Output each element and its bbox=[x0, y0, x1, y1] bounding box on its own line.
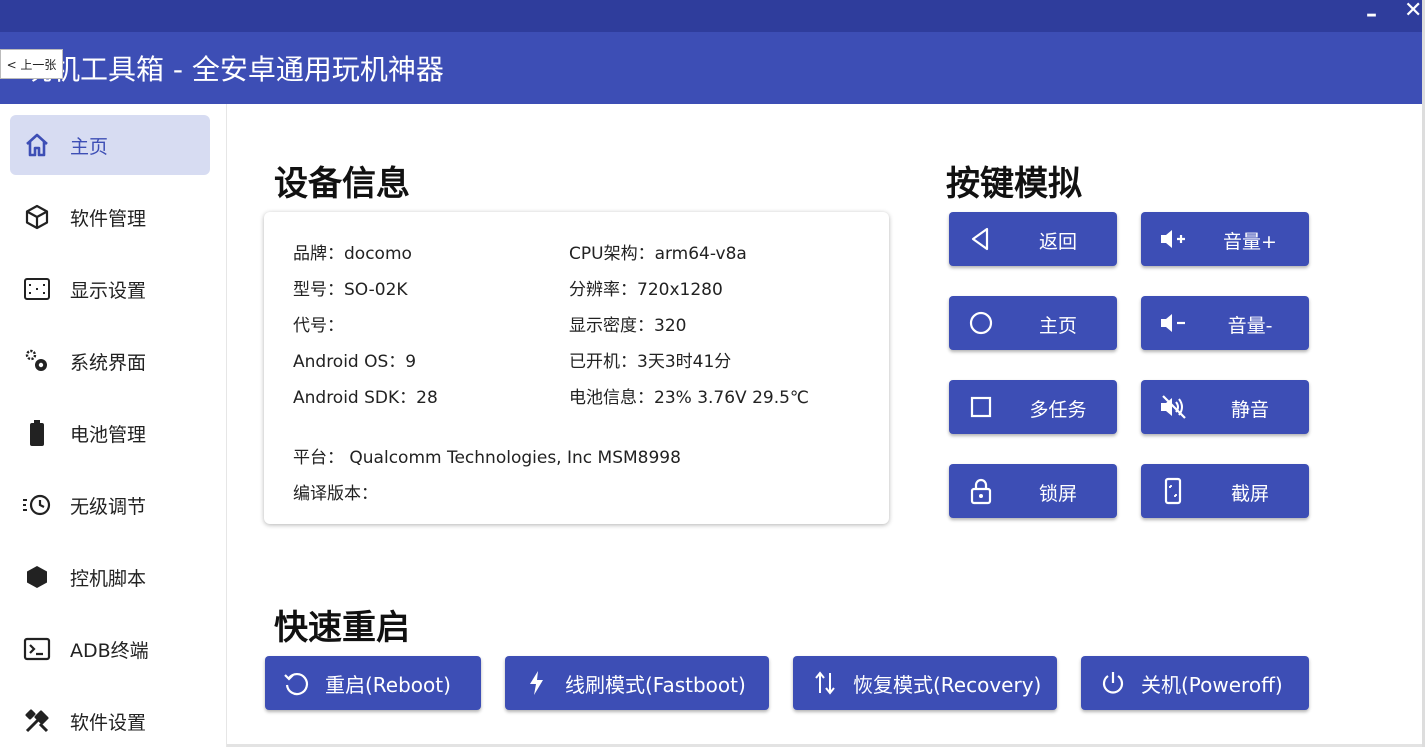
tools-icon bbox=[22, 706, 52, 736]
sidebar-item-label: 电池管理 bbox=[70, 423, 147, 446]
reboot-button[interactable]: 重启(Reboot) bbox=[265, 656, 481, 710]
back-triangle-icon bbox=[967, 225, 995, 253]
platform-text: 平台： Qualcomm Technologies, Inc MSM8998 bbox=[293, 448, 681, 468]
volume-up-button-label: 音量+ bbox=[1223, 231, 1277, 253]
sidebar-item-control-script[interactable]: 控机脚本 bbox=[10, 547, 210, 607]
fastboot-button[interactable]: 线刷模式(Fastboot) bbox=[505, 656, 769, 710]
screen-icon bbox=[22, 274, 52, 304]
recovery-button[interactable]: 恢复模式(Recovery) bbox=[793, 656, 1057, 710]
device-info-title: 设备信息 bbox=[274, 164, 410, 204]
battery-info-text: 电池信息：23% 3.76V 29.5℃ bbox=[569, 388, 810, 408]
reboot-button-label: 重启(Reboot) bbox=[325, 672, 451, 697]
battery-icon bbox=[22, 418, 52, 448]
build-text: 编译版本： bbox=[293, 484, 378, 504]
sidebar-item-system-ui[interactable]: 系统界面 bbox=[10, 331, 210, 391]
home-icon bbox=[22, 130, 52, 160]
sidebar-item-label: 显示设置 bbox=[70, 279, 147, 302]
refresh-icon bbox=[283, 669, 311, 697]
uptime-text: 已开机：3天3时41分 bbox=[569, 352, 732, 372]
sidebar-item-label: 软件设置 bbox=[70, 711, 147, 734]
lock-screen-button-label: 锁屏 bbox=[1038, 483, 1077, 505]
app-title: 玩机工具箱 - 全安卓通用玩机神器 bbox=[24, 53, 444, 86]
poweroff-button[interactable]: 关机(Poweroff) bbox=[1081, 656, 1309, 710]
gears-icon bbox=[22, 346, 52, 376]
codename-text: 代号： bbox=[293, 316, 344, 336]
sidebar-item-battery[interactable]: 电池管理 bbox=[10, 403, 210, 463]
terminal-icon bbox=[22, 634, 52, 664]
volume-down-button[interactable]: 音量- bbox=[1141, 296, 1309, 350]
sidebar-item-label: 无级调节 bbox=[70, 495, 147, 518]
brand-text: 品牌：docomo bbox=[293, 244, 412, 264]
sidebar-item-home[interactable]: 主页 bbox=[10, 115, 210, 175]
sidebar-item-software[interactable]: 软件管理 bbox=[10, 187, 210, 247]
recovery-button-label: 恢复模式(Recovery) bbox=[853, 672, 1042, 697]
fastboot-button-label: 线刷模式(Fastboot) bbox=[565, 672, 746, 697]
lock-icon bbox=[967, 477, 995, 505]
sidebar-item-label: 系统界面 bbox=[70, 351, 147, 374]
volume-up-icon bbox=[1159, 225, 1187, 253]
title-bar-strip bbox=[0, 0, 1422, 32]
square-icon bbox=[967, 393, 995, 421]
close-button[interactable]: ✕ bbox=[1404, 0, 1422, 23]
multitask-button-label: 多任务 bbox=[1029, 399, 1087, 421]
screenshot-button[interactable]: 截屏 bbox=[1141, 464, 1309, 518]
clock-icon bbox=[22, 490, 52, 520]
back-button-label: 返回 bbox=[1038, 231, 1077, 253]
android-os-text: Android OS：9 bbox=[293, 352, 417, 372]
sidebar-item-label: 软件管理 bbox=[70, 207, 147, 230]
mute-icon bbox=[1159, 393, 1187, 421]
up-down-arrows-icon bbox=[811, 669, 839, 697]
model-text: 型号：SO-02K bbox=[293, 280, 408, 300]
sidebar-item-settings[interactable]: 软件设置 bbox=[10, 691, 210, 751]
quick-reboot-title: 快速重启 bbox=[274, 608, 410, 648]
sidebar-item-display[interactable]: 显示设置 bbox=[10, 259, 210, 319]
device-info-card: 品牌：docomo 型号：SO-02K 代号： Android OS：9 And… bbox=[264, 212, 889, 524]
sidebar: 主页 软件管理 显示设置 系统界面 电池管理 无级调节 控机脚本 ADB终端 软… bbox=[0, 104, 227, 747]
resolution-text: 分辨率：720x1280 bbox=[569, 280, 723, 300]
title-bar: 玩机工具箱 - 全安卓通用玩机神器 – ✕ bbox=[0, 0, 1422, 104]
sidebar-item-label: 控机脚本 bbox=[70, 567, 147, 590]
hexagon-icon bbox=[22, 562, 52, 592]
mute-button[interactable]: 静音 bbox=[1141, 380, 1309, 434]
minimize-button[interactable]: – bbox=[1366, 2, 1377, 27]
sidebar-item-label: 主页 bbox=[70, 135, 109, 158]
sidebar-item-stepless[interactable]: 无级调节 bbox=[10, 475, 210, 535]
home-circle-icon bbox=[967, 309, 995, 337]
power-icon bbox=[1099, 669, 1127, 697]
screenshot-icon bbox=[1159, 477, 1187, 505]
lock-screen-button[interactable]: 锁屏 bbox=[949, 464, 1117, 518]
density-text: 显示密度：320 bbox=[569, 316, 687, 336]
prev-image-button[interactable]: < 上一张 bbox=[0, 49, 63, 79]
volume-up-button[interactable]: 音量+ bbox=[1141, 212, 1309, 266]
cpu-arch-text: CPU架构：arm64-v8a bbox=[569, 244, 747, 264]
back-button[interactable]: 返回 bbox=[949, 212, 1117, 266]
sidebar-item-label: ADB终端 bbox=[70, 639, 149, 662]
lightning-icon bbox=[523, 669, 551, 697]
multitask-button[interactable]: 多任务 bbox=[949, 380, 1117, 434]
android-sdk-text: Android SDK：28 bbox=[293, 388, 438, 408]
sidebar-item-adb-terminal[interactable]: ADB终端 bbox=[10, 619, 210, 679]
poweroff-button-label: 关机(Poweroff) bbox=[1141, 672, 1283, 697]
volume-down-button-label: 音量- bbox=[1227, 315, 1273, 337]
mute-button-label: 静音 bbox=[1230, 399, 1269, 421]
home-key-button-label: 主页 bbox=[1038, 315, 1077, 337]
volume-down-icon bbox=[1159, 309, 1187, 337]
home-key-button[interactable]: 主页 bbox=[949, 296, 1117, 350]
package-icon bbox=[22, 202, 52, 232]
key-sim-title: 按键模拟 bbox=[946, 164, 1082, 204]
screenshot-button-label: 截屏 bbox=[1230, 483, 1269, 505]
